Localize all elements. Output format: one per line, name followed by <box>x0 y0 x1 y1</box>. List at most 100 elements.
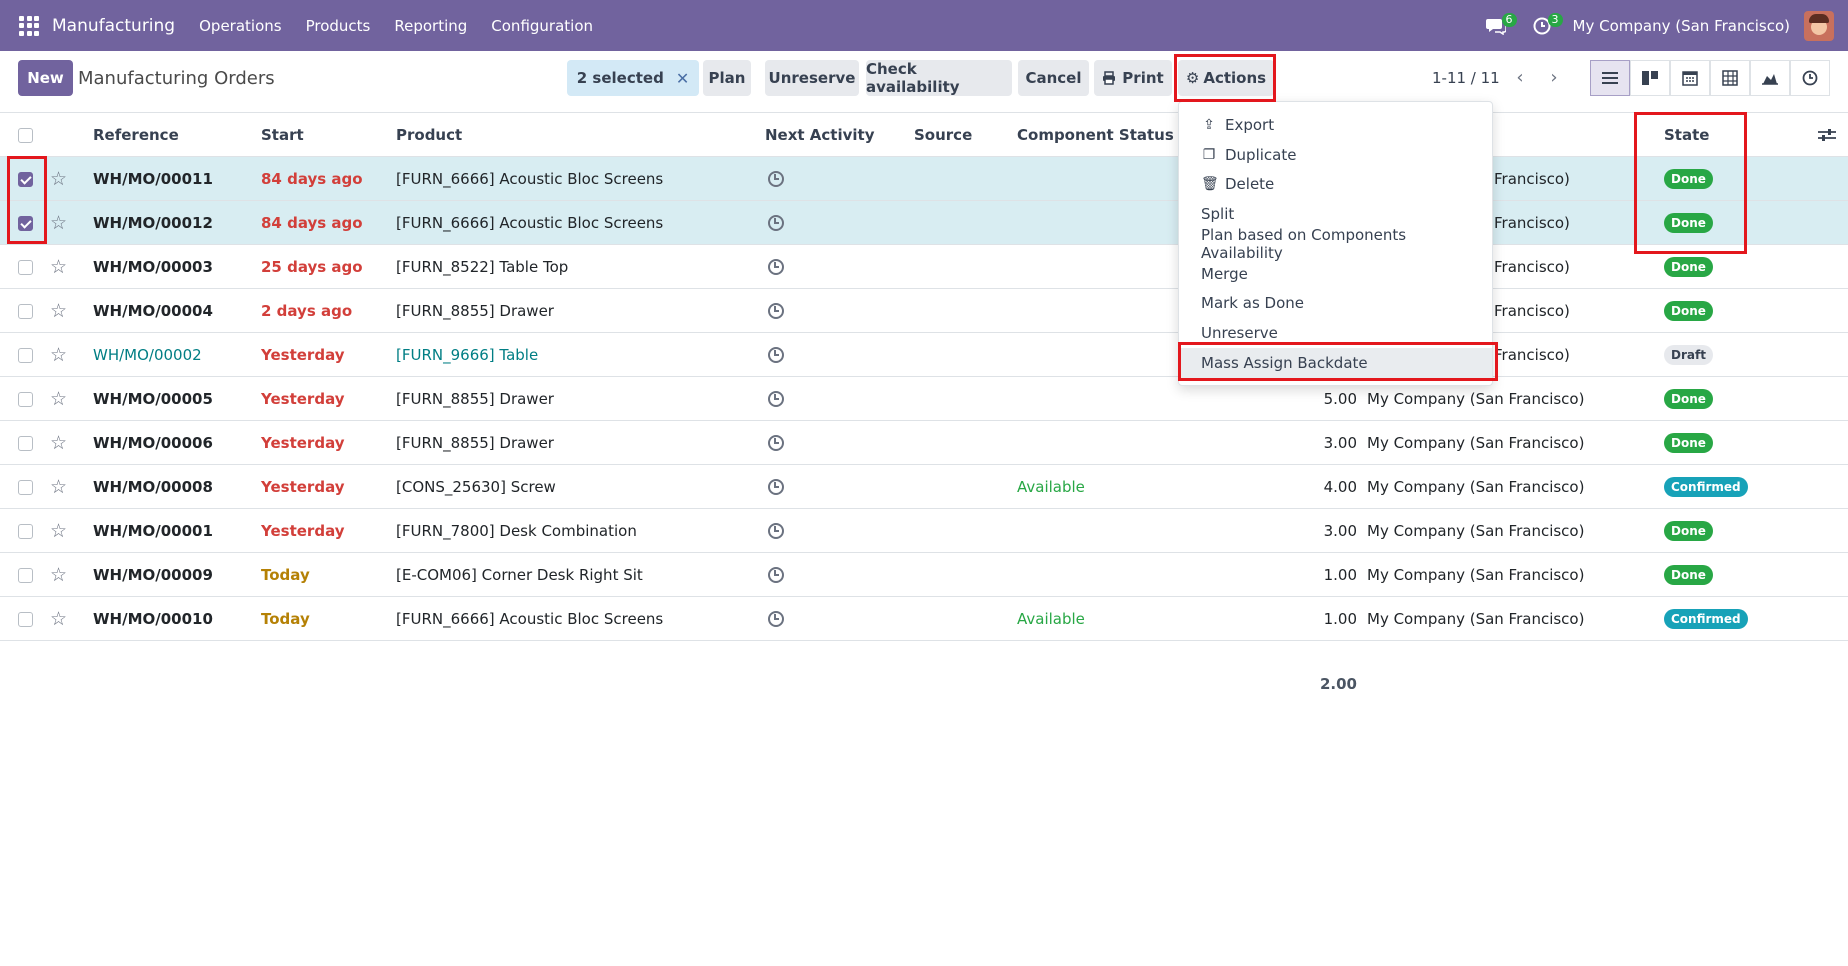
menu-item-mass-assign-backdate[interactable]: Mass Assign Backdate <box>1179 348 1492 378</box>
row-checkbox[interactable] <box>18 465 33 509</box>
user-avatar[interactable] <box>1804 10 1834 41</box>
menu-item-merge[interactable]: Merge <box>1179 259 1492 289</box>
priority-star-icon[interactable]: ☆ <box>50 289 67 333</box>
menu-item-delete[interactable]: 🗑 Delete <box>1179 169 1492 199</box>
table-row[interactable]: ☆ WH/MO/00004 2 days ago [FURN_8855] Drawer… <box>0 289 1848 333</box>
menu-item-split[interactable]: Split <box>1179 199 1492 229</box>
table-row[interactable]: ☆ WH/MO/00003 25 days ago [FURN_8522] Table… <box>0 245 1848 289</box>
apps-menu-icon[interactable] <box>19 15 39 36</box>
row-checkbox[interactable] <box>18 289 33 333</box>
activity-clock-icon[interactable] <box>768 289 784 333</box>
priority-star-icon[interactable]: ☆ <box>50 377 67 421</box>
row-reference[interactable]: WH/MO/00012 <box>93 201 213 245</box>
row-reference[interactable]: WH/MO/00010 <box>93 597 213 641</box>
row-checkbox[interactable] <box>18 201 33 245</box>
table-row[interactable]: ☆ WH/MO/00009 Today [E-COM06] Corner Desk R… <box>0 553 1848 597</box>
cancel-button[interactable]: Cancel <box>1018 60 1089 96</box>
messages-button[interactable]: 6 <box>1481 11 1517 41</box>
priority-star-icon[interactable]: ☆ <box>50 421 67 465</box>
column-reference[interactable]: Reference <box>93 113 179 157</box>
activity-clock-icon[interactable] <box>768 377 784 421</box>
priority-star-icon[interactable]: ☆ <box>50 245 67 289</box>
column-next-activity[interactable]: Next Activity <box>765 113 874 157</box>
table-row[interactable]: ☆ WH/MO/00005 Yesterday [FURN_8855] Drawer 5… <box>0 377 1848 421</box>
new-button[interactable]: New <box>18 60 73 96</box>
pager-next-icon[interactable]: › <box>1540 63 1568 91</box>
table-row[interactable]: ☆ WH/MO/00002 Yesterday [FURN_9666] Table Fr… <box>0 333 1848 377</box>
activity-clock-icon[interactable] <box>768 245 784 289</box>
activity-clock-icon[interactable] <box>768 553 784 597</box>
calendar-view-icon[interactable] <box>1670 60 1710 96</box>
menu-item-export[interactable]: ⇪ Export <box>1179 110 1492 140</box>
row-reference[interactable]: WH/MO/00008 <box>93 465 213 509</box>
menu-item-plan-components[interactable]: Plan based on Components Availability <box>1179 226 1492 262</box>
kanban-view-icon[interactable] <box>1630 60 1670 96</box>
print-button[interactable]: Print <box>1094 60 1172 96</box>
activity-clock-icon[interactable] <box>768 333 784 377</box>
table-row[interactable]: ☆ WH/MO/00006 Yesterday [FURN_8855] Drawer 3… <box>0 421 1848 465</box>
row-checkbox[interactable] <box>18 333 33 377</box>
priority-star-icon[interactable]: ☆ <box>50 333 67 377</box>
activity-clock-icon[interactable] <box>768 421 784 465</box>
menu-item-unreserve[interactable]: Unreserve <box>1179 318 1492 348</box>
row-checkbox[interactable] <box>18 157 33 201</box>
row-reference[interactable]: WH/MO/00003 <box>93 245 213 289</box>
priority-star-icon[interactable]: ☆ <box>50 201 67 245</box>
column-source[interactable]: Source <box>914 113 972 157</box>
activities-button[interactable]: 3 <box>1527 11 1563 41</box>
graph-view-icon[interactable] <box>1750 60 1790 96</box>
row-checkbox[interactable] <box>18 509 33 553</box>
selection-counter[interactable]: 2 selected ✕ <box>567 60 699 96</box>
menu-item-mark-done[interactable]: Mark as Done <box>1179 288 1492 318</box>
row-reference[interactable]: WH/MO/00001 <box>93 509 213 553</box>
activity-clock-icon[interactable] <box>768 509 784 553</box>
unreserve-button[interactable]: Unreserve <box>765 60 859 96</box>
menu-products[interactable]: Products <box>306 17 371 35</box>
optional-columns-icon[interactable] <box>1818 113 1836 157</box>
row-reference[interactable]: WH/MO/00006 <box>93 421 213 465</box>
activity-clock-icon[interactable] <box>768 157 784 201</box>
pivot-view-icon[interactable] <box>1710 60 1750 96</box>
menu-reporting[interactable]: Reporting <box>394 17 467 35</box>
table-row[interactable]: ☆ WH/MO/00011 84 days ago [FURN_6666] Acous… <box>0 157 1848 201</box>
activity-clock-icon[interactable] <box>768 465 784 509</box>
row-reference[interactable]: WH/MO/00004 <box>93 289 213 333</box>
table-row[interactable]: ☆ WH/MO/00010 Today [FURN_6666] Acoustic Bl… <box>0 597 1848 641</box>
column-start[interactable]: Start <box>261 113 304 157</box>
column-product[interactable]: Product <box>396 113 462 157</box>
company-switcher[interactable]: My Company (San Francisco) <box>1573 17 1790 35</box>
row-checkbox[interactable] <box>18 597 33 641</box>
plan-button[interactable]: Plan <box>703 60 751 96</box>
table-row[interactable]: ☆ WH/MO/00008 Yesterday [CONS_25630] Screw A… <box>0 465 1848 509</box>
activity-view-icon[interactable] <box>1790 60 1830 96</box>
priority-star-icon[interactable]: ☆ <box>50 597 67 641</box>
actions-button[interactable]: ⚙ Actions <box>1178 60 1274 96</box>
priority-star-icon[interactable]: ☆ <box>50 509 67 553</box>
table-row[interactable]: ☆ WH/MO/00001 Yesterday [FURN_7800] Desk Co… <box>0 509 1848 553</box>
app-brand[interactable]: Manufacturing <box>52 16 175 36</box>
row-checkbox[interactable] <box>18 245 33 289</box>
check-availability-button[interactable]: Check availability <box>866 60 1012 96</box>
menu-operations[interactable]: Operations <box>199 17 281 35</box>
row-reference[interactable]: WH/MO/00002 <box>93 333 202 377</box>
row-checkbox[interactable] <box>18 377 33 421</box>
column-state[interactable]: State <box>1664 113 1709 157</box>
priority-star-icon[interactable]: ☆ <box>50 553 67 597</box>
row-reference[interactable]: WH/MO/00009 <box>93 553 213 597</box>
pager-value[interactable]: 1-11 / 11 <box>1432 69 1500 87</box>
row-checkbox[interactable] <box>18 553 33 597</box>
row-reference[interactable]: WH/MO/00005 <box>93 377 213 421</box>
priority-star-icon[interactable]: ☆ <box>50 157 67 201</box>
pager-previous-icon[interactable]: ‹ <box>1506 63 1534 91</box>
clear-selection-icon[interactable]: ✕ <box>676 69 689 88</box>
row-checkbox[interactable] <box>18 421 33 465</box>
menu-item-duplicate[interactable]: ❐ Duplicate <box>1179 140 1492 170</box>
select-all-checkbox[interactable] <box>18 113 33 157</box>
priority-star-icon[interactable]: ☆ <box>50 465 67 509</box>
menu-configuration[interactable]: Configuration <box>491 17 593 35</box>
column-component-status[interactable]: Component Status <box>1017 113 1174 157</box>
table-row[interactable]: ☆ WH/MO/00012 84 days ago [FURN_6666] Acous… <box>0 201 1848 245</box>
list-view-icon[interactable] <box>1590 60 1630 96</box>
activity-clock-icon[interactable] <box>768 201 784 245</box>
row-reference[interactable]: WH/MO/00011 <box>93 157 213 201</box>
